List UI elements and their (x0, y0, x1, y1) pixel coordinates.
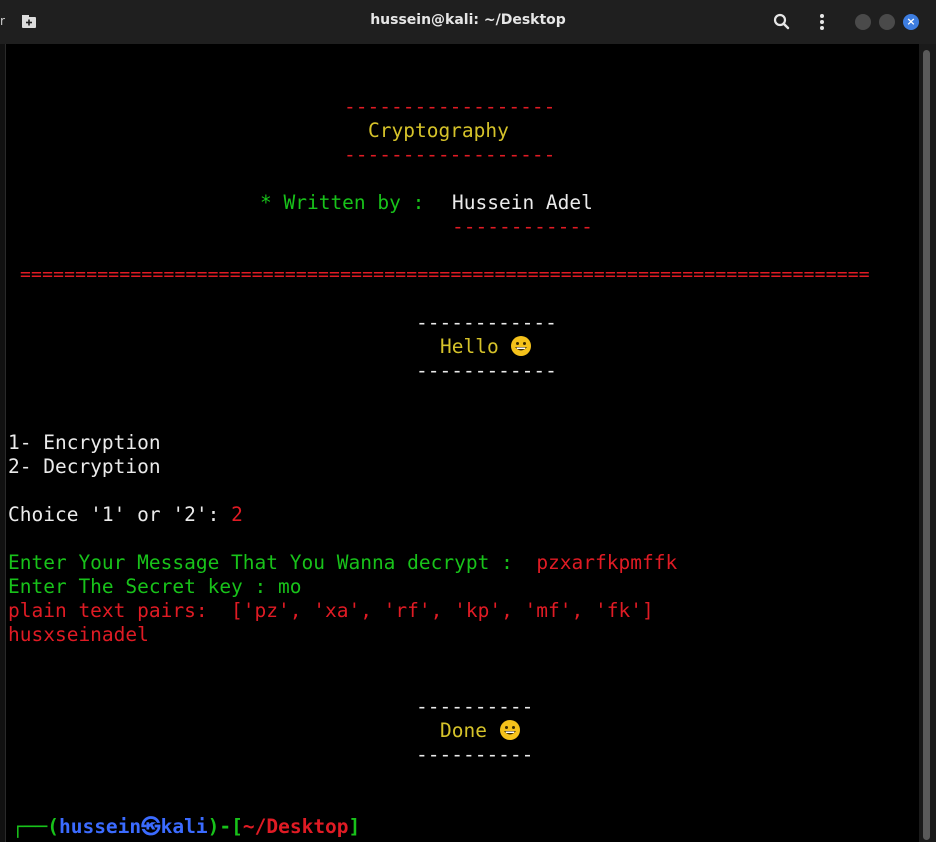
done-text: Done (440, 719, 487, 742)
hello-dashes-bottom: ------------ (416, 359, 557, 382)
choice-line: Choice '1' or '2': 2 (8, 503, 243, 527)
key-prompt: Enter The Secret key : (8, 575, 279, 598)
grinning-face-icon (511, 336, 532, 356)
close-icon: × (906, 15, 916, 28)
search-icon (773, 13, 790, 30)
terminal-scrollbar[interactable] (919, 44, 936, 842)
maximize-button[interactable] (879, 14, 895, 30)
menu-button[interactable] (812, 12, 832, 32)
message-prompt: Enter Your Message That You Wanna decryp… (8, 551, 537, 574)
shell-prompt[interactable]: ┌──(hussein㉿kali)-[~/Desktop] (12, 815, 360, 839)
done-dashes-bottom: ---------- (416, 743, 534, 766)
message-line: Enter Your Message That You Wanna decryp… (8, 551, 677, 575)
terminal-output[interactable]: ------------------ Cryptography --------… (5, 44, 920, 842)
minimize-button[interactable] (855, 14, 871, 30)
hello-dashes-top: ------------ (416, 311, 557, 334)
done-line: Done (440, 719, 521, 743)
message-value: pzxarfkpmffk (536, 551, 678, 574)
menu-option-encryption: 1- Encryption (8, 431, 161, 454)
banner-dashes-top: ------------------ (344, 95, 556, 118)
menu-option-decryption: 2- Decryption (8, 455, 161, 478)
author-underline: ------------ (452, 215, 593, 238)
prompt-corner: ┌──( (12, 815, 59, 838)
prompt-user: hussein (58, 815, 142, 838)
search-button[interactable] (772, 12, 792, 32)
prompt-at-symbol: ㉿ (141, 815, 161, 838)
prompt-mid: )-[ (207, 815, 243, 838)
key-line: Enter The Secret key : mo (8, 575, 302, 599)
hello-line: Hello (440, 335, 532, 359)
written-by-label: * Written by : (260, 191, 425, 214)
choice-value: 2 (231, 503, 243, 526)
grinning-face-icon (499, 720, 520, 740)
hello-text: Hello (440, 335, 499, 358)
scrollbar-thumb[interactable] (923, 50, 930, 840)
plain-text-pairs: plain text pairs: ['pz', 'xa', 'rf', 'kp… (8, 599, 654, 622)
plain-text-result: husxseinadel (8, 623, 149, 646)
prompt-end: ] (348, 815, 361, 838)
prompt-path: ~/Desktop (242, 815, 349, 838)
terminal-window: r hussein@kali: ~/Desktop × ------------… (0, 0, 936, 842)
choice-prompt: Choice '1' or '2': (8, 503, 232, 526)
key-value: mo (278, 575, 302, 598)
author-name: Hussein Adel (452, 191, 593, 214)
done-dashes-top: ---------- (416, 695, 534, 718)
window-title: hussein@kali: ~/Desktop (370, 12, 566, 28)
close-button[interactable]: × (903, 14, 919, 30)
kebab-menu-icon (820, 14, 824, 30)
separator-line: ========================================… (20, 264, 870, 285)
title-bar[interactable]: r hussein@kali: ~/Desktop × (0, 0, 936, 44)
banner-title: Cryptography (368, 119, 509, 142)
prompt-host: kali (160, 815, 208, 838)
banner-dashes-bottom: ------------------ (344, 143, 556, 166)
